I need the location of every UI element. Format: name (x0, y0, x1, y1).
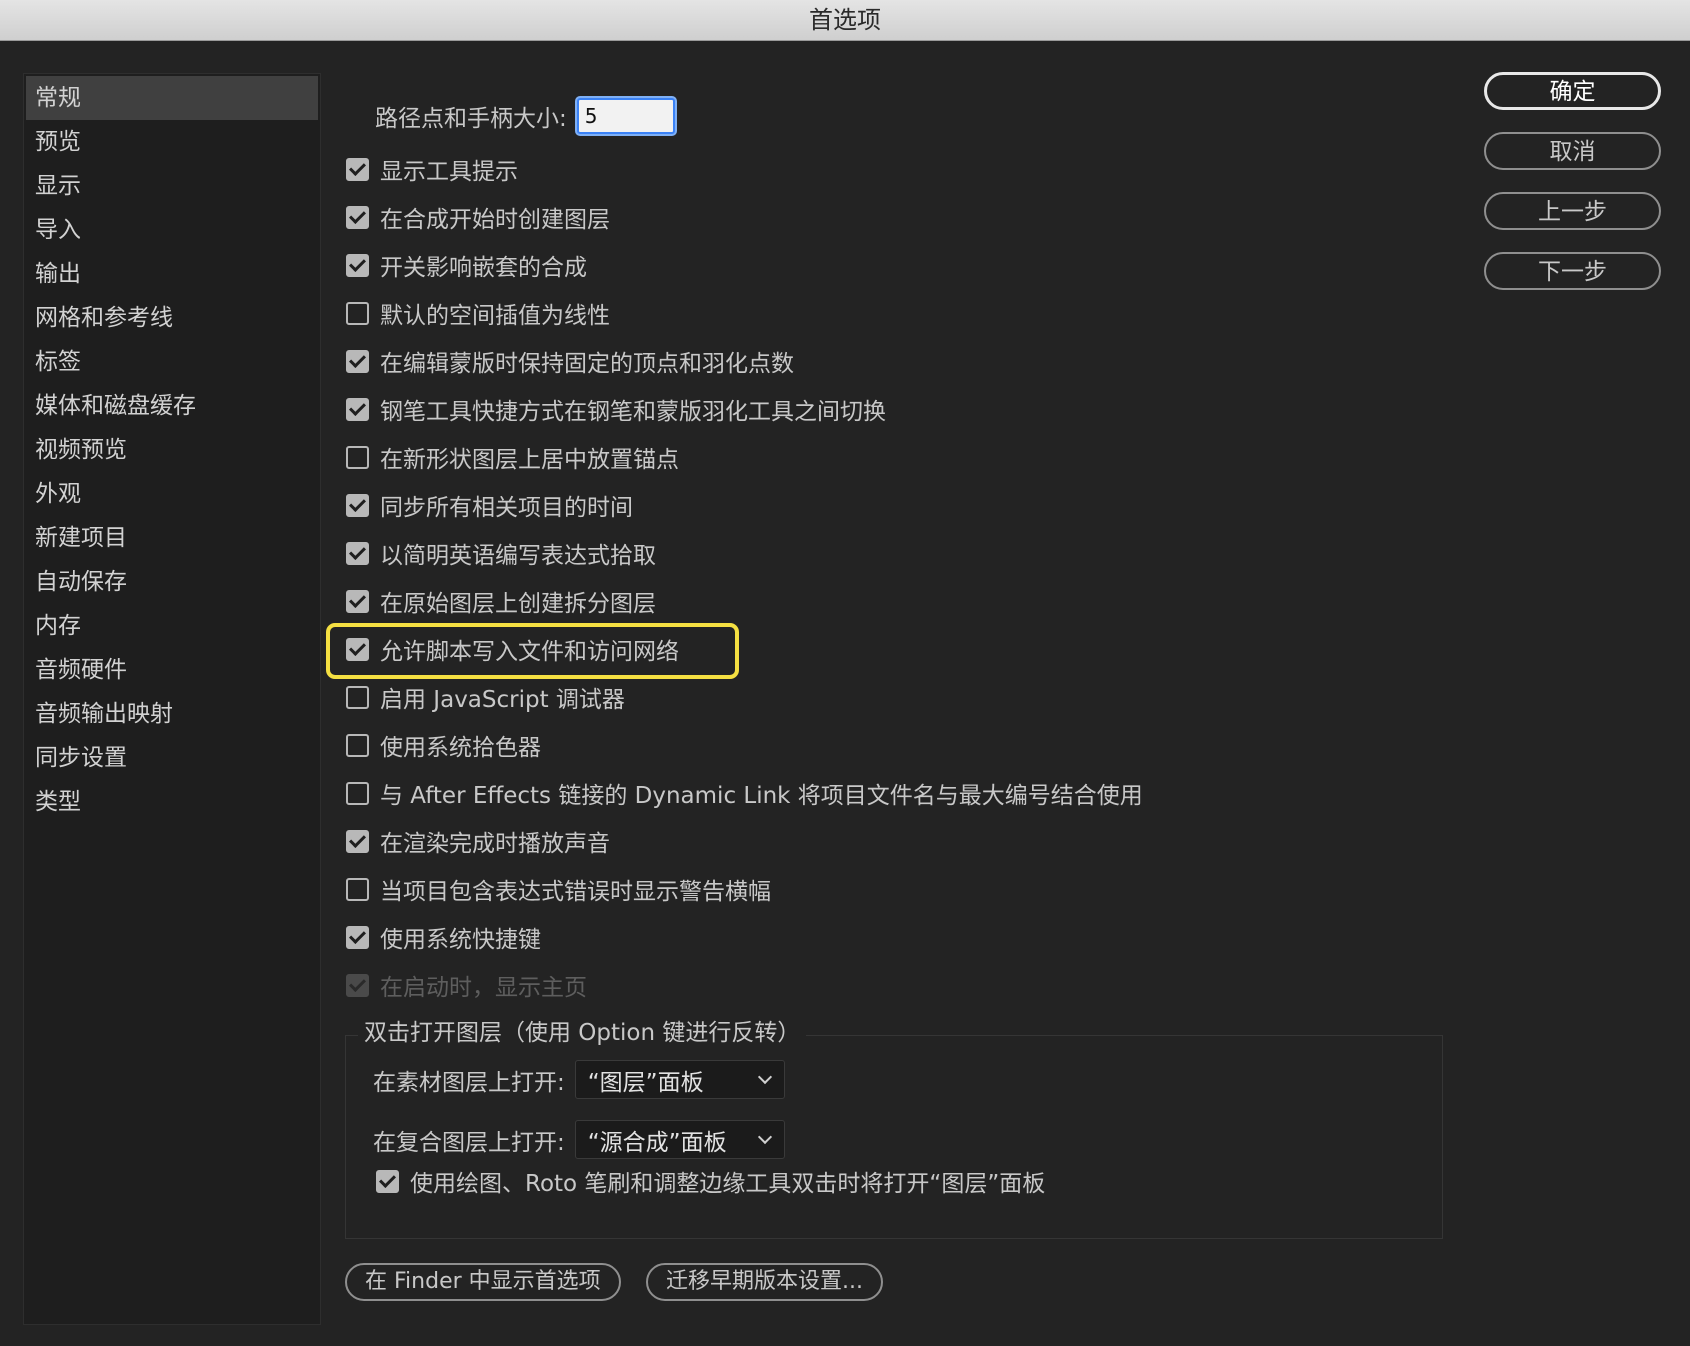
option-checkbox[interactable] (346, 589, 369, 613)
options-checkbox-list: 显示工具提示在合成开始时创建图层 开关影响嵌套的合成 默认的空间插值为线性在编辑蒙版… (326, 145, 1445, 1009)
option-checkbox[interactable] (346, 877, 369, 901)
double-click-group-title: 双击打开图层（使用 Option 键进行反转） (358, 1016, 807, 1050)
checkbox-row[interactable]: 当项目包含表达式错误时显示警告横幅 (345, 865, 1445, 913)
checkbox-row[interactable]: 在渲染完成时播放声音 (345, 817, 1445, 865)
window-title: 首选项 (0, 0, 1690, 41)
sidebar-item[interactable]: 常规 (26, 76, 318, 120)
sidebar-item[interactable]: 内存 (24, 604, 320, 648)
option-checkbox[interactable] (346, 685, 369, 709)
option-checkbox[interactable] (346, 157, 369, 181)
footage-layer-select[interactable]: “图层”面板 (574, 1060, 785, 1099)
category-sidebar: 常规 预览 显示 导入 输出 网格和参考线 标签 媒体和磁盘缓存 视频预览 外观 新建项目 自动保存内… (23, 73, 321, 1325)
option-label: 在新形状图层上居中放置锚点 (380, 447, 679, 473)
option-label: 显示工具提示 (380, 159, 518, 185)
previous-button[interactable]: 上一步 (1484, 192, 1661, 230)
option-label: 在合成开始时创建图层 (380, 207, 610, 233)
checkbox-row[interactable]: 在编辑蒙版时保持固定的顶点和羽化点数 (345, 337, 1445, 385)
option-label: 在编辑蒙版时保持固定的顶点和羽化点数 (380, 351, 794, 377)
checkbox-row[interactable]: 默认的空间插值为线性 (345, 289, 1445, 337)
option-label: 当项目包含表达式错误时显示警告横幅 (380, 879, 771, 905)
footage-layer-label: 在素材图层上打开: (373, 1069, 565, 1096)
comp-layer-select[interactable]: “源合成”面板 (574, 1120, 785, 1159)
sidebar-item[interactable]: 音频硬件 (24, 648, 320, 692)
option-checkbox[interactable] (346, 445, 369, 469)
comp-layer-label: 在复合图层上打开: (373, 1129, 565, 1156)
option-checkbox[interactable] (346, 637, 369, 661)
checkbox-row[interactable]: 使用系统拾色器 (345, 721, 1445, 769)
roto-open-layer-label: 使用绘图、Roto 笔刷和调整边缘工具双击时将打开“图层”面板 (410, 1171, 1046, 1197)
roto-open-layer-checkbox-row[interactable]: 使用绘图、Roto 笔刷和调整边缘工具双击时将打开“图层”面板 (375, 1157, 1045, 1205)
footage-layer-value: “图层”面板 (587, 1069, 704, 1096)
footage-layer-row: 在素材图层上打开: “图层”面板 (373, 1060, 785, 1099)
sidebar-item[interactable]: 同步设置 (24, 736, 320, 780)
option-checkbox[interactable] (346, 733, 369, 757)
option-label: 默认的空间插值为线性 (380, 303, 610, 329)
sidebar-item[interactable]: 音频输出映射 (24, 692, 320, 736)
roto-open-layer-checkbox[interactable] (376, 1169, 399, 1193)
option-checkbox[interactable] (346, 301, 369, 325)
sidebar-item[interactable]: 自动保存 (24, 560, 320, 604)
option-checkbox[interactable] (346, 925, 369, 949)
option-label: 使用系统快捷键 (380, 927, 541, 953)
option-checkbox[interactable] (346, 829, 369, 853)
option-label: 在启动时，显示主页 (380, 975, 587, 1001)
option-label: 以简明英语编写表达式拾取 (380, 543, 656, 569)
comp-layer-value: “源合成”面板 (587, 1129, 727, 1156)
option-label: 在渲染完成时播放声音 (380, 831, 610, 857)
sidebar-item[interactable]: 网格和参考线 (24, 296, 320, 340)
chevron-down-icon (757, 1129, 772, 1145)
checkbox-row[interactable]: 以简明英语编写表达式拾取 (345, 529, 1445, 577)
ok-button[interactable]: 确定 (1484, 72, 1661, 110)
option-label: 开关影响嵌套的合成 (380, 255, 587, 281)
option-checkbox[interactable] (346, 205, 369, 229)
option-label: 启用 JavaScript 调试器 (380, 687, 625, 713)
sidebar-item[interactable]: 输出 (24, 252, 320, 296)
option-label: 钢笔工具快捷方式在钢笔和蒙版羽化工具之间切换 (380, 399, 886, 425)
chevron-down-icon (757, 1069, 772, 1085)
option-label: 使用系统拾色器 (380, 735, 541, 761)
checkbox-row[interactable]: 启用 JavaScript 调试器 (345, 673, 1445, 721)
option-label: 与 After Effects 链接的 Dynamic Link 将项目文件名与… (380, 783, 1143, 809)
sidebar-item[interactable]: 外观 (24, 472, 320, 516)
next-button[interactable]: 下一步 (1484, 252, 1661, 290)
comp-layer-row: 在复合图层上打开: “源合成”面板 (373, 1120, 785, 1159)
option-checkbox[interactable] (346, 781, 369, 805)
option-checkbox[interactable] (346, 493, 369, 517)
sidebar-item[interactable]: 视频预览 (24, 428, 320, 472)
sidebar-item[interactable]: 预览 (24, 120, 320, 164)
checkbox-row[interactable]: 允许脚本写入文件和访问网络 (326, 623, 1445, 679)
option-label: 同步所有相关项目的时间 (380, 495, 633, 521)
path-size-input[interactable] (576, 98, 675, 134)
checkbox-row[interactable]: 在新形状图层上居中放置锚点 (345, 433, 1445, 481)
reveal-in-finder-button[interactable]: 在 Finder 中显示首选项 (345, 1263, 621, 1301)
checkbox-row[interactable]: 同步所有相关项目的时间 (345, 481, 1445, 529)
option-label: 在原始图层上创建拆分图层 (380, 591, 656, 617)
sidebar-item[interactable]: 导入 (24, 208, 320, 252)
sidebar-item[interactable]: 媒体和磁盘缓存 (24, 384, 320, 428)
cancel-button[interactable]: 取消 (1484, 132, 1661, 170)
double-click-group: 双击打开图层（使用 Option 键进行反转） 在素材图层上打开: “图层”面板… (345, 1016, 1443, 1239)
migrate-settings-button[interactable]: 迁移早期版本设置... (646, 1263, 883, 1301)
checkbox-row[interactable]: 使用系统快捷键 (345, 913, 1445, 961)
checkbox-row[interactable]: 开关影响嵌套的合成 (345, 241, 1445, 289)
sidebar-item[interactable]: 类型 (24, 780, 320, 824)
checkbox-row[interactable]: 显示工具提示 (345, 145, 1445, 193)
option-checkbox[interactable] (346, 253, 369, 277)
option-checkbox[interactable] (346, 397, 369, 421)
option-checkbox (346, 973, 369, 997)
option-checkbox[interactable] (346, 541, 369, 565)
path-size-label: 路径点和手柄大小: (375, 106, 567, 132)
sidebar-item[interactable]: 新建项目 (24, 516, 320, 560)
checkbox-row[interactable]: 钢笔工具快捷方式在钢笔和蒙版羽化工具之间切换 (345, 385, 1445, 433)
sidebar-item[interactable]: 标签 (24, 340, 320, 384)
checkbox-row[interactable]: 在原始图层上创建拆分图层 (345, 577, 1445, 625)
checkbox-row: 在启动时，显示主页 (345, 961, 1445, 1009)
option-label: 允许脚本写入文件和访问网络 (380, 639, 679, 665)
path-size-row: 路径点和手柄大小: (375, 96, 675, 136)
sidebar-item[interactable]: 显示 (24, 164, 320, 208)
checkbox-row[interactable]: 与 After Effects 链接的 Dynamic Link 将项目文件名与… (345, 769, 1445, 817)
general-panel: 路径点和手柄大小: 显示工具提示在合成开始时创建图层开关影响嵌套的合成默认的空间… (326, 73, 1445, 1333)
option-checkbox[interactable] (346, 349, 369, 373)
checkbox-row[interactable]: 在合成开始时创建图层 (345, 193, 1445, 241)
